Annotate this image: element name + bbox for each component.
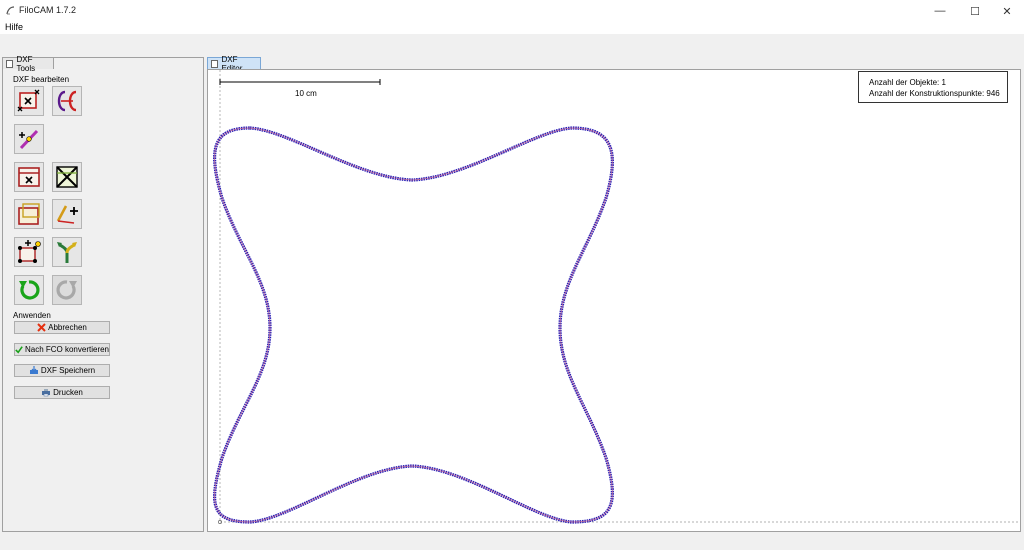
info-box: Anzahl der Objekte: 1 Anzahl der Konstru… (858, 71, 1008, 103)
delete-all-icon (56, 166, 78, 188)
move-points-tool[interactable] (14, 237, 44, 267)
delete-points-icon (17, 89, 40, 112)
minimize-button[interactable]: — (923, 0, 957, 22)
scale-bar (219, 79, 381, 85)
split-contour-tool[interactable] (52, 86, 82, 116)
tab-dxf-editor[interactable]: DXF Editor (207, 55, 261, 73)
dxf-contour-inner (214, 127, 613, 523)
window-icon (6, 59, 14, 68)
cancel-icon (37, 323, 46, 332)
redo-icon (56, 280, 77, 300)
move-points-icon (18, 240, 41, 263)
maximize-button[interactable]: ☐ (958, 0, 992, 22)
check-icon (15, 346, 23, 354)
convert-fco-button[interactable]: Nach FCO konvertieren (14, 343, 110, 356)
delete-all-tool[interactable] (52, 162, 82, 192)
offset-contour-tool[interactable] (14, 199, 44, 229)
convert-fco-label: Nach FCO konvertieren (24, 345, 109, 354)
save-dxf-label: DXF Speichern (40, 366, 96, 375)
merge-tool[interactable] (52, 237, 82, 267)
print-label: Drucken (53, 388, 83, 397)
delete-points-tool[interactable] (14, 86, 44, 116)
scale-bar-label: 10 cm (295, 89, 317, 98)
drawing-canvas[interactable]: 10 cm (208, 70, 1020, 531)
add-line-tool[interactable] (52, 199, 82, 229)
status-bar (0, 534, 1024, 550)
dxf-contour[interactable] (213, 126, 614, 524)
add-points-icon (19, 129, 39, 150)
window-icon (211, 59, 219, 68)
construction-point-count: Anzahl der Konstruktionspunkte: 946 (869, 89, 1000, 98)
dxf-editor-canvas[interactable]: 10 cm (207, 69, 1021, 532)
group-label-apply: Anwenden (13, 311, 51, 320)
tab-dxf-tools[interactable]: DXF Tools (2, 55, 54, 73)
close-button[interactable]: ✕ (990, 0, 1024, 22)
tab-label: DXF Tools (16, 54, 36, 73)
window-title: FiloCAM 1.7.2 (19, 5, 77, 15)
split-contour-icon (57, 90, 77, 112)
title-bar: FiloCAM 1.7.2 — ☐ ✕ (0, 0, 1024, 22)
delete-object-icon (18, 167, 40, 187)
cancel-label: Abbrechen (48, 323, 87, 332)
menu-bar: Hilfe (0, 22, 1024, 34)
delete-object-tool[interactable] (14, 162, 44, 192)
print-button[interactable]: Drucken (14, 386, 110, 399)
menu-item-hilfe[interactable]: Hilfe (5, 22, 23, 32)
save-dxf-button[interactable]: DXF Speichern (14, 364, 110, 377)
redo-tool[interactable] (52, 275, 82, 305)
object-count: Anzahl der Objekte: 1 (869, 78, 946, 87)
app-logo-icon (6, 6, 15, 15)
cancel-button[interactable]: Abbrechen (14, 321, 110, 334)
group-label-edit: DXF bearbeiten (13, 75, 70, 84)
add-points-tool[interactable] (14, 124, 44, 154)
print-icon (42, 389, 51, 397)
add-line-icon (56, 205, 78, 224)
merge-icon (57, 242, 77, 263)
undo-tool[interactable] (14, 275, 44, 305)
save-icon (29, 366, 38, 374)
offset-contour-icon (18, 203, 40, 225)
toolbar-area (0, 34, 1024, 56)
undo-icon (19, 280, 40, 300)
